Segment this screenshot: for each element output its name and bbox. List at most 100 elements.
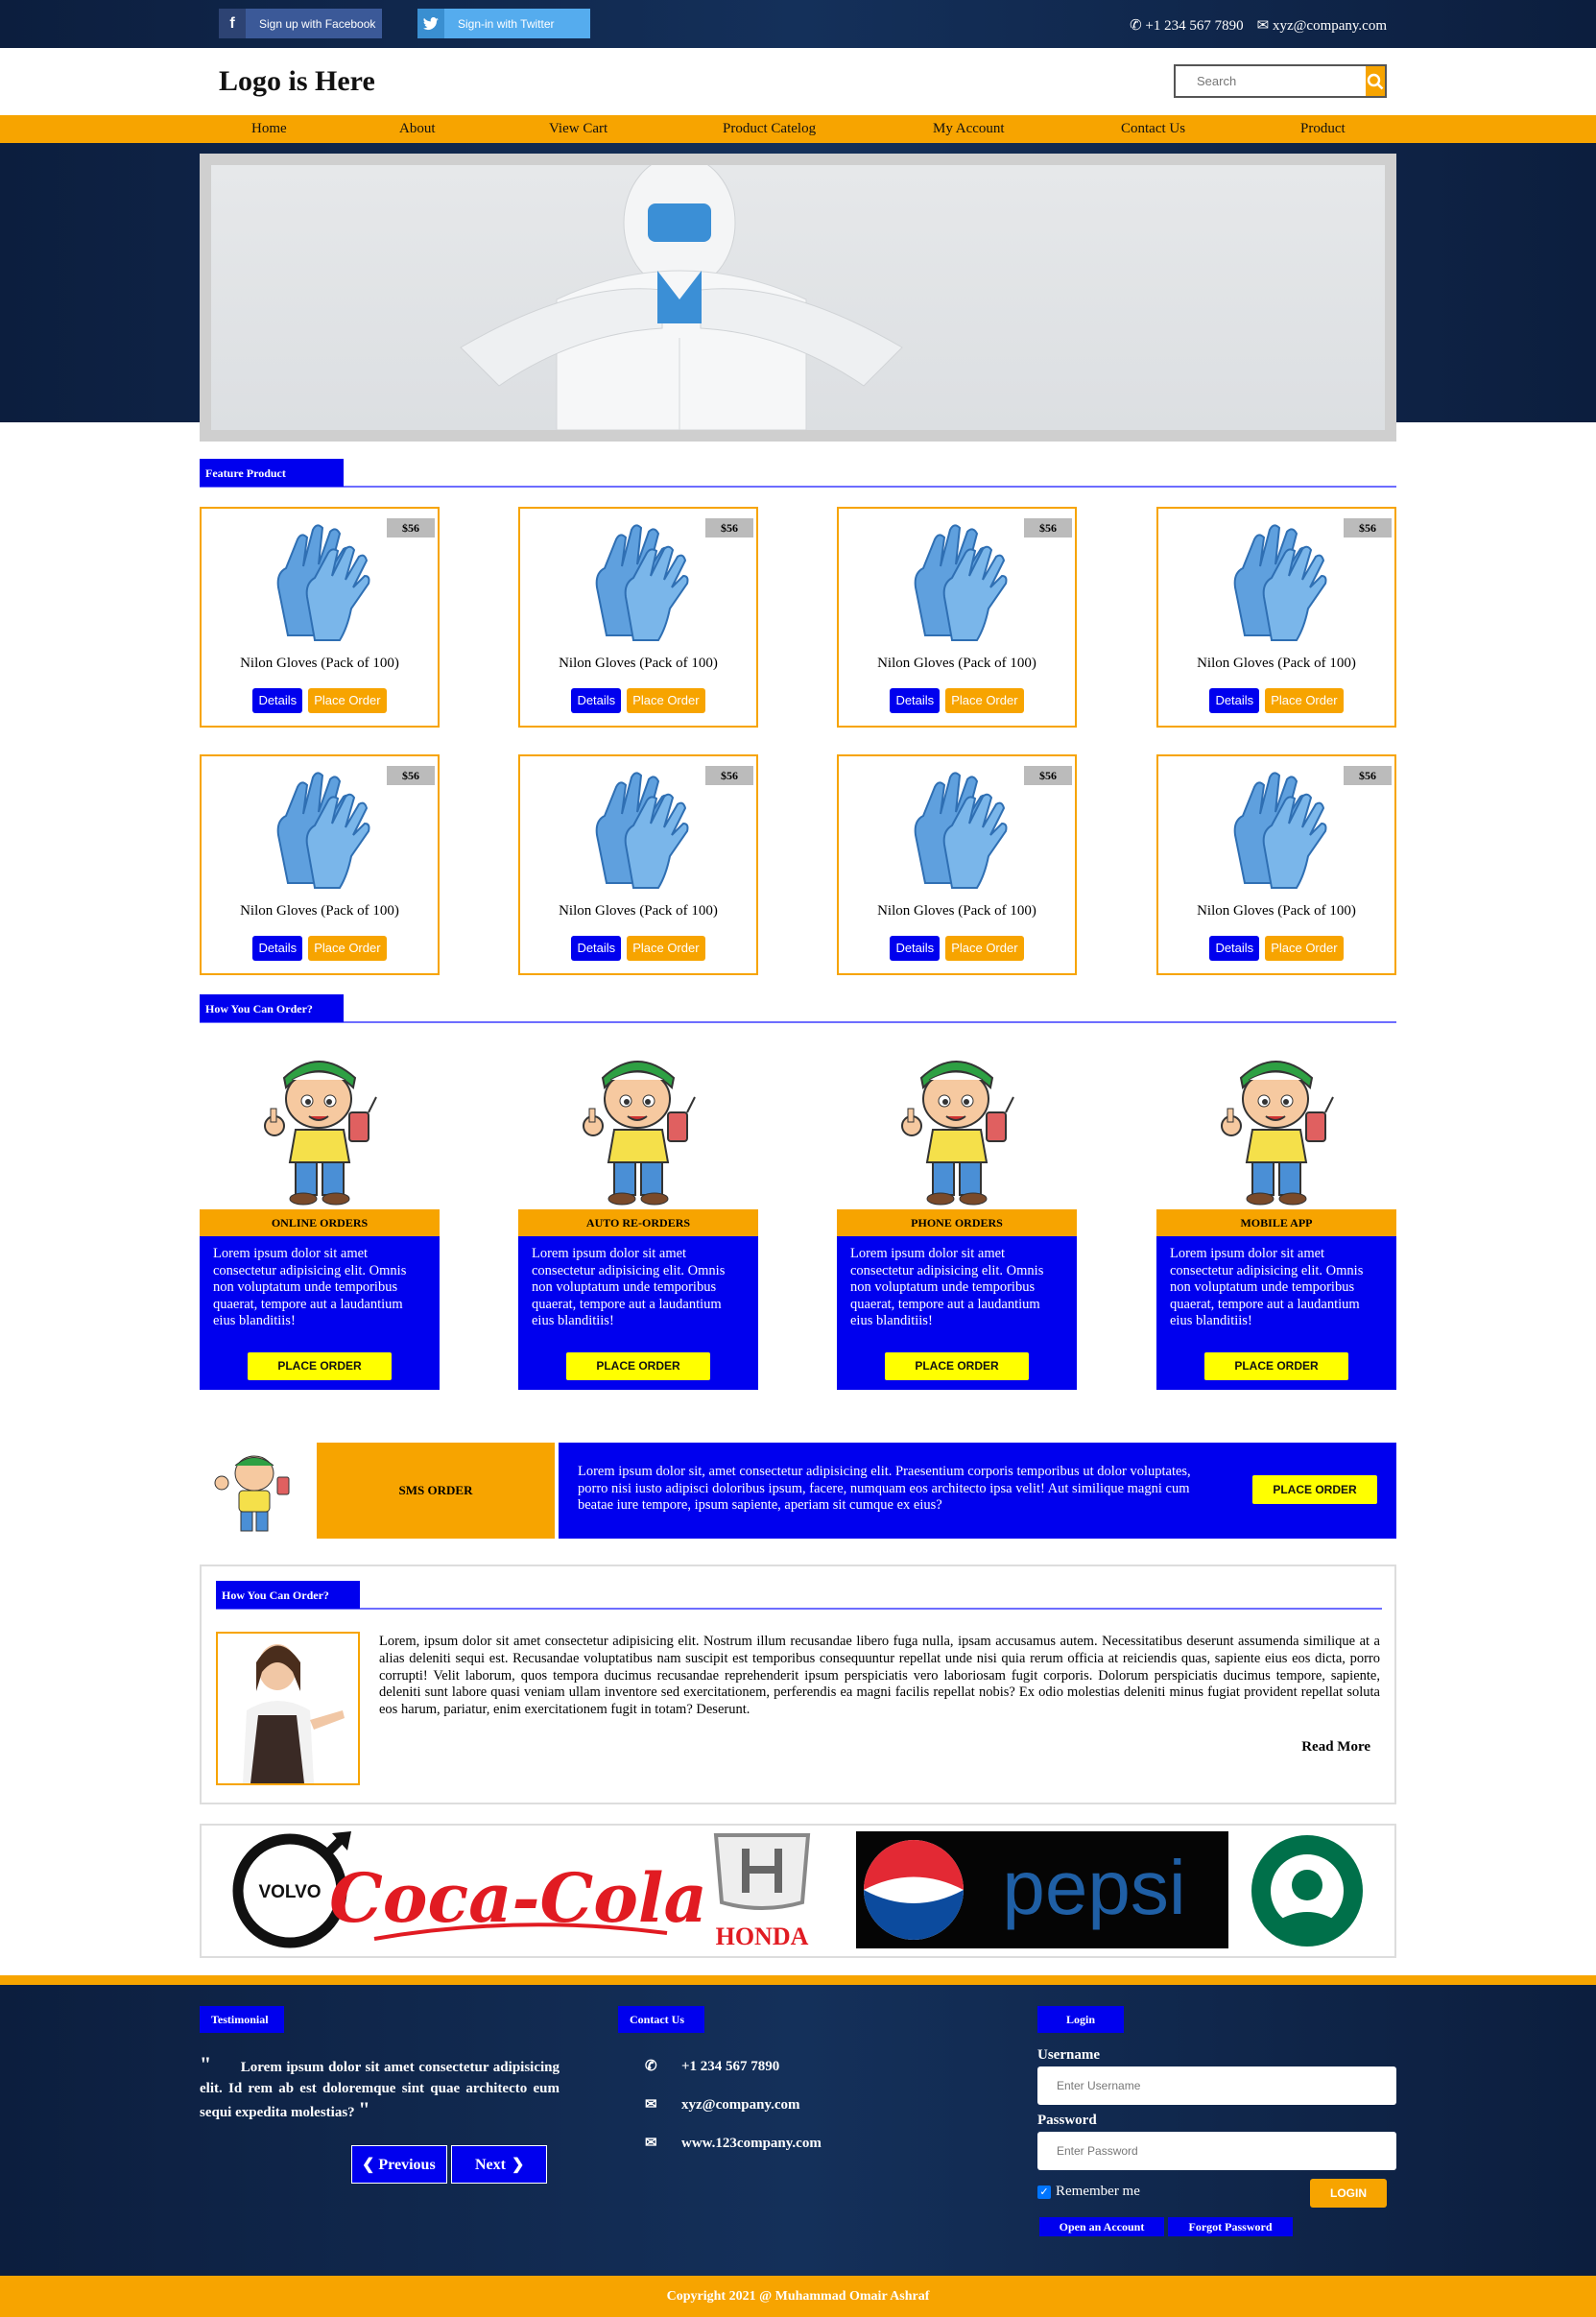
product-card: $56 Nilon Gloves (Pack of 100) Details Plac…	[837, 507, 1077, 728]
product-card: $56 Nilon Gloves (Pack of 100) Details Plac…	[200, 507, 440, 728]
envelope-icon: ✉	[1256, 18, 1270, 34]
sms-place-order-button[interactable]: PLACE ORDER	[1252, 1475, 1377, 1504]
open-account-button[interactable]: Open an Account	[1039, 2217, 1164, 2236]
read-more-link[interactable]: Read More	[1301, 1739, 1370, 1756]
order-method-body: Lorem ipsum dolor sit amet consectetur a…	[1156, 1236, 1396, 1390]
search-input[interactable]	[1176, 66, 1366, 96]
product-image[interactable]	[1216, 768, 1341, 897]
details-button[interactable]: Details	[890, 936, 941, 961]
nav-view-cart[interactable]: View Cart	[549, 121, 607, 137]
place-order-button[interactable]: PLACE ORDER	[248, 1352, 392, 1380]
order-method-title: AUTO RE-ORDERS	[518, 1209, 758, 1236]
place-order-button[interactable]: Place Order	[627, 688, 705, 713]
product-image[interactable]	[896, 520, 1021, 650]
nav-contact-us[interactable]: Contact Us	[1121, 121, 1185, 137]
copyright: Copyright 2021 @ Muhammad Omair Ashraf	[0, 2276, 1596, 2317]
place-order-button[interactable]: PLACE ORDER	[885, 1352, 1029, 1380]
product-name: Nilon Gloves (Pack of 100)	[877, 903, 1036, 919]
price-badge: $56	[1024, 518, 1072, 537]
logo[interactable]: Logo is Here	[219, 65, 375, 98]
details-button[interactable]: Details	[252, 688, 303, 713]
brand-pepsi: pepsi	[1002, 1845, 1185, 1930]
product-image[interactable]	[896, 768, 1021, 897]
nav-product-catalog[interactable]: Product Catelog	[723, 121, 816, 137]
details-button[interactable]: Details	[571, 936, 622, 961]
price-badge: $56	[1344, 518, 1392, 537]
search-button[interactable]	[1366, 66, 1385, 96]
remember-me[interactable]: ✓ Remember me	[1037, 2184, 1140, 2200]
place-order-button[interactable]: PLACE ORDER	[566, 1352, 710, 1380]
username-input[interactable]: Enter Username	[1037, 2066, 1396, 2105]
facebook-icon: f	[219, 9, 246, 38]
remember-checkbox[interactable]: ✓	[1037, 2185, 1051, 2199]
nav-about[interactable]: About	[399, 121, 436, 137]
details-button[interactable]: Details	[1209, 936, 1260, 961]
hero-image	[211, 165, 1385, 430]
product-card: $56 Nilon Gloves (Pack of 100) Details Plac…	[1156, 507, 1396, 728]
order-method-body: Lorem ipsum dolor sit amet consectetur a…	[837, 1236, 1077, 1390]
header: Logo is Here	[0, 48, 1596, 115]
twitter-icon	[417, 9, 444, 38]
product-card: $56 Nilon Gloves (Pack of 100) Details Plac…	[837, 754, 1077, 975]
about-title-bar: How You Can Order?	[216, 1581, 1382, 1610]
place-order-button[interactable]: Place Order	[945, 936, 1024, 961]
place-order-button[interactable]: Place Order	[1265, 688, 1344, 713]
testimonial-title: Testimonial	[200, 2006, 284, 2033]
place-order-button[interactable]: Place Order	[627, 936, 705, 961]
place-order-button[interactable]: Place Order	[1265, 936, 1344, 961]
place-order-button[interactable]: Place Order	[308, 936, 387, 961]
top-email: ✉ xyz@company.com	[1257, 16, 1387, 35]
order-method: PHONE ORDERS Lorem ipsum dolor sit amet c…	[837, 1046, 1077, 1390]
nav-my-account[interactable]: My Account	[933, 121, 1005, 137]
details-button[interactable]: Details	[252, 936, 303, 961]
details-button[interactable]: Details	[571, 688, 622, 713]
howto-title-bar: How You Can Order?	[200, 994, 1396, 1023]
sms-order-text: Lorem ipsum dolor sit, amet consectetur …	[578, 1464, 1191, 1513]
product-image[interactable]	[578, 520, 703, 650]
previous-button[interactable]: ❮ Previous	[351, 2145, 447, 2184]
order-method-title: ONLINE ORDERS	[200, 1209, 440, 1236]
product-name: Nilon Gloves (Pack of 100)	[1197, 903, 1356, 919]
order-method-title: PHONE ORDERS	[837, 1209, 1077, 1236]
twitter-signin-label: Sign-in with Twitter	[458, 16, 555, 31]
top-phone: ✆ +1 234 567 7890	[1130, 16, 1244, 35]
place-order-button[interactable]: Place Order	[308, 688, 387, 713]
sms-order-panel: Lorem ipsum dolor sit, amet consectetur …	[559, 1443, 1396, 1539]
nav-product[interactable]: Product	[1300, 121, 1346, 137]
order-method-text: Lorem ipsum dolor sit amet consectetur a…	[213, 1246, 407, 1328]
footer-email: ✉ xyz@company.com	[645, 2095, 800, 2114]
product-image[interactable]	[1216, 520, 1341, 650]
details-button[interactable]: Details	[890, 688, 941, 713]
facebook-signup-button[interactable]: f Sign up with Facebook	[219, 9, 382, 38]
product-image[interactable]	[259, 768, 384, 897]
facebook-signup-label: Sign up with Facebook	[259, 16, 376, 31]
product-image[interactable]	[259, 520, 384, 650]
about-section: How You Can Order? Lorem, ipsum dolor si…	[200, 1565, 1396, 1804]
next-button[interactable]: Next ❯	[451, 2145, 547, 2184]
password-input[interactable]: Enter Password	[1037, 2132, 1396, 2170]
place-order-button[interactable]: Place Order	[945, 688, 1024, 713]
details-button[interactable]: Details	[1209, 688, 1260, 713]
brands-strip: VOLVO Coca-Cola HONDA pepsi	[200, 1824, 1396, 1958]
forgot-password-button[interactable]: Forgot Password	[1168, 2217, 1293, 2236]
envelope-icon: ✉	[645, 2097, 657, 2113]
contact-title: Contact Us	[618, 2006, 704, 2033]
top-contact: ✆ +1 234 567 7890 ✉ xyz@company.com	[1130, 16, 1387, 35]
nav-home[interactable]: Home	[251, 121, 287, 137]
testimonial-text: Lorem ipsum dolor sit amet consectetur a…	[200, 2060, 560, 2120]
product-image[interactable]	[578, 768, 703, 897]
order-method: MOBILE APP Lorem ipsum dolor sit amet con…	[1156, 1046, 1396, 1390]
main-nav: Home About View Cart Product Catelog My …	[0, 115, 1596, 143]
place-order-button[interactable]: PLACE ORDER	[1204, 1352, 1348, 1380]
login-title: Login	[1037, 2006, 1124, 2033]
order-method-text: Lorem ipsum dolor sit amet consectetur a…	[532, 1246, 726, 1328]
price-badge: $56	[1344, 766, 1392, 785]
chevron-right-icon: ❯	[511, 2157, 525, 2173]
order-method: AUTO RE-ORDERS Lorem ipsum dolor sit amet…	[518, 1046, 758, 1390]
twitter-signin-button[interactable]: Sign-in with Twitter	[417, 9, 590, 38]
pepsi-logo: pepsi	[856, 1831, 1228, 1948]
login-button[interactable]: LOGIN	[1310, 2179, 1387, 2208]
product-name: Nilon Gloves (Pack of 100)	[240, 656, 399, 671]
search-icon	[1367, 73, 1384, 89]
top-phone-text: +1 234 567 7890	[1145, 18, 1244, 34]
